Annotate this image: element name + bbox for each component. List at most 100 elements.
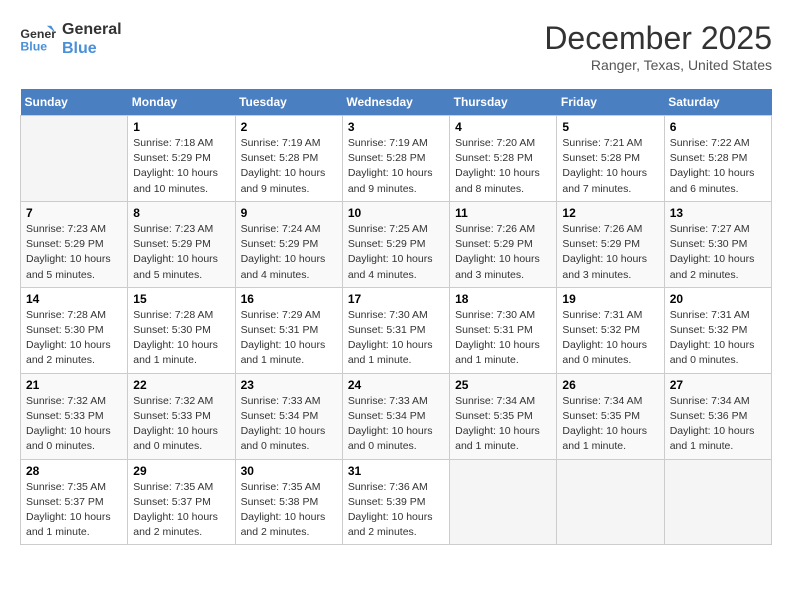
day-number: 24 [348,378,444,392]
day-info: Sunrise: 7:25 AM Sunset: 5:29 PM Dayligh… [348,222,444,283]
day-info: Sunrise: 7:32 AM Sunset: 5:33 PM Dayligh… [26,394,122,455]
calendar-cell: 26 Sunrise: 7:34 AM Sunset: 5:35 PM Dayli… [557,373,664,459]
day-info: Sunrise: 7:36 AM Sunset: 5:39 PM Dayligh… [348,480,444,541]
calendar-cell: 23 Sunrise: 7:33 AM Sunset: 5:34 PM Dayli… [235,373,342,459]
calendar-cell: 15Sunrise: 7:28 AM Sunset: 5:30 PM Dayli… [128,287,235,373]
day-number: 31 [348,464,444,478]
calendar-cell: 14Sunrise: 7:28 AM Sunset: 5:30 PM Dayli… [21,287,128,373]
calendar-table: SundayMondayTuesdayWednesdayThursdayFrid… [20,89,772,545]
calendar-cell: 27 Sunrise: 7:34 AM Sunset: 5:36 PM Dayli… [664,373,771,459]
calendar-cell: 3Sunrise: 7:19 AM Sunset: 5:28 PM Daylig… [342,116,449,202]
calendar-cell: 19 Sunrise: 7:31 AM Sunset: 5:32 PM Dayli… [557,287,664,373]
day-number: 23 [241,378,337,392]
day-info: Sunrise: 7:20 AM Sunset: 5:28 PM Dayligh… [455,136,551,197]
calendar-cell [21,116,128,202]
day-number: 5 [562,120,658,134]
calendar-cell: 6 Sunrise: 7:22 AM Sunset: 5:28 PM Daylig… [664,116,771,202]
header-monday: Monday [128,89,235,116]
day-info: Sunrise: 7:23 AM Sunset: 5:29 PM Dayligh… [133,222,229,283]
logo-icon: General Blue [20,24,56,54]
calendar-week-4: 21 Sunrise: 7:32 AM Sunset: 5:33 PM Dayli… [21,373,772,459]
calendar-cell: 29 Sunrise: 7:35 AM Sunset: 5:37 PM Dayli… [128,459,235,545]
calendar-cell: 22Sunrise: 7:32 AM Sunset: 5:33 PM Dayli… [128,373,235,459]
day-info: Sunrise: 7:22 AM Sunset: 5:28 PM Dayligh… [670,136,766,197]
calendar-header-row: SundayMondayTuesdayWednesdayThursdayFrid… [21,89,772,116]
day-number: 10 [348,206,444,220]
day-info: Sunrise: 7:32 AM Sunset: 5:33 PM Dayligh… [133,394,229,455]
day-info: Sunrise: 7:18 AM Sunset: 5:29 PM Dayligh… [133,136,229,197]
day-number: 26 [562,378,658,392]
calendar-week-2: 7 Sunrise: 7:23 AM Sunset: 5:29 PM Daylig… [21,201,772,287]
calendar-cell: 31 Sunrise: 7:36 AM Sunset: 5:39 PM Dayli… [342,459,449,545]
day-info: Sunrise: 7:31 AM Sunset: 5:32 PM Dayligh… [562,308,658,369]
header-wednesday: Wednesday [342,89,449,116]
title-section: December 2025 Ranger, Texas, United Stat… [544,20,772,73]
day-info: Sunrise: 7:33 AM Sunset: 5:34 PM Dayligh… [348,394,444,455]
day-number: 29 [133,464,229,478]
day-info: Sunrise: 7:29 AM Sunset: 5:31 PM Dayligh… [241,308,337,369]
day-number: 28 [26,464,122,478]
header-tuesday: Tuesday [235,89,342,116]
day-info: Sunrise: 7:26 AM Sunset: 5:29 PM Dayligh… [562,222,658,283]
calendar-cell: 18Sunrise: 7:30 AM Sunset: 5:31 PM Dayli… [450,287,557,373]
day-info: Sunrise: 7:34 AM Sunset: 5:36 PM Dayligh… [670,394,766,455]
header-thursday: Thursday [450,89,557,116]
day-info: Sunrise: 7:23 AM Sunset: 5:29 PM Dayligh… [26,222,122,283]
day-info: Sunrise: 7:28 AM Sunset: 5:30 PM Dayligh… [133,308,229,369]
calendar-cell: 17 Sunrise: 7:30 AM Sunset: 5:31 PM Dayli… [342,287,449,373]
calendar-cell: 16 Sunrise: 7:29 AM Sunset: 5:31 PM Dayli… [235,287,342,373]
calendar-cell [450,459,557,545]
header-saturday: Saturday [664,89,771,116]
day-number: 18 [455,292,551,306]
calendar-cell: 4 Sunrise: 7:20 AM Sunset: 5:28 PM Daylig… [450,116,557,202]
day-info: Sunrise: 7:35 AM Sunset: 5:37 PM Dayligh… [26,480,122,541]
calendar-cell: 7 Sunrise: 7:23 AM Sunset: 5:29 PM Daylig… [21,201,128,287]
day-number: 7 [26,206,122,220]
calendar-cell: 2Sunrise: 7:19 AM Sunset: 5:28 PM Daylig… [235,116,342,202]
calendar-cell: 13Sunrise: 7:27 AM Sunset: 5:30 PM Dayli… [664,201,771,287]
day-info: Sunrise: 7:34 AM Sunset: 5:35 PM Dayligh… [455,394,551,455]
day-info: Sunrise: 7:24 AM Sunset: 5:29 PM Dayligh… [241,222,337,283]
calendar-cell: 20Sunrise: 7:31 AM Sunset: 5:32 PM Dayli… [664,287,771,373]
day-number: 4 [455,120,551,134]
day-number: 12 [562,206,658,220]
day-info: Sunrise: 7:30 AM Sunset: 5:31 PM Dayligh… [348,308,444,369]
calendar-cell: 24 Sunrise: 7:33 AM Sunset: 5:34 PM Dayli… [342,373,449,459]
day-info: Sunrise: 7:19 AM Sunset: 5:28 PM Dayligh… [241,136,337,197]
day-number: 27 [670,378,766,392]
logo-text-general: General [62,20,122,39]
day-number: 20 [670,292,766,306]
calendar-cell: 9Sunrise: 7:24 AM Sunset: 5:29 PM Daylig… [235,201,342,287]
day-number: 17 [348,292,444,306]
calendar-cell: 30 Sunrise: 7:35 AM Sunset: 5:38 PM Dayli… [235,459,342,545]
svg-text:Blue: Blue [20,40,47,54]
calendar-cell: 5 Sunrise: 7:21 AM Sunset: 5:28 PM Daylig… [557,116,664,202]
calendar-cell: 25 Sunrise: 7:34 AM Sunset: 5:35 PM Dayli… [450,373,557,459]
calendar-cell: 8Sunrise: 7:23 AM Sunset: 5:29 PM Daylig… [128,201,235,287]
day-number: 19 [562,292,658,306]
calendar-week-3: 14Sunrise: 7:28 AM Sunset: 5:30 PM Dayli… [21,287,772,373]
calendar-cell: 28 Sunrise: 7:35 AM Sunset: 5:37 PM Dayli… [21,459,128,545]
calendar-week-5: 28 Sunrise: 7:35 AM Sunset: 5:37 PM Dayli… [21,459,772,545]
day-number: 11 [455,206,551,220]
header-sunday: Sunday [21,89,128,116]
day-info: Sunrise: 7:21 AM Sunset: 5:28 PM Dayligh… [562,136,658,197]
calendar-cell: 1Sunrise: 7:18 AM Sunset: 5:29 PM Daylig… [128,116,235,202]
calendar-cell: 21 Sunrise: 7:32 AM Sunset: 5:33 PM Dayli… [21,373,128,459]
day-info: Sunrise: 7:35 AM Sunset: 5:37 PM Dayligh… [133,480,229,541]
logo: General Blue General Blue [20,20,122,58]
day-info: Sunrise: 7:34 AM Sunset: 5:35 PM Dayligh… [562,394,658,455]
day-number: 21 [26,378,122,392]
calendar-cell: 11 Sunrise: 7:26 AM Sunset: 5:29 PM Dayli… [450,201,557,287]
day-number: 16 [241,292,337,306]
day-number: 13 [670,206,766,220]
day-info: Sunrise: 7:35 AM Sunset: 5:38 PM Dayligh… [241,480,337,541]
day-info: Sunrise: 7:28 AM Sunset: 5:30 PM Dayligh… [26,308,122,369]
calendar-cell [557,459,664,545]
day-number: 6 [670,120,766,134]
day-info: Sunrise: 7:33 AM Sunset: 5:34 PM Dayligh… [241,394,337,455]
logo-text-blue: Blue [62,39,122,58]
day-info: Sunrise: 7:26 AM Sunset: 5:29 PM Dayligh… [455,222,551,283]
day-number: 30 [241,464,337,478]
day-number: 25 [455,378,551,392]
